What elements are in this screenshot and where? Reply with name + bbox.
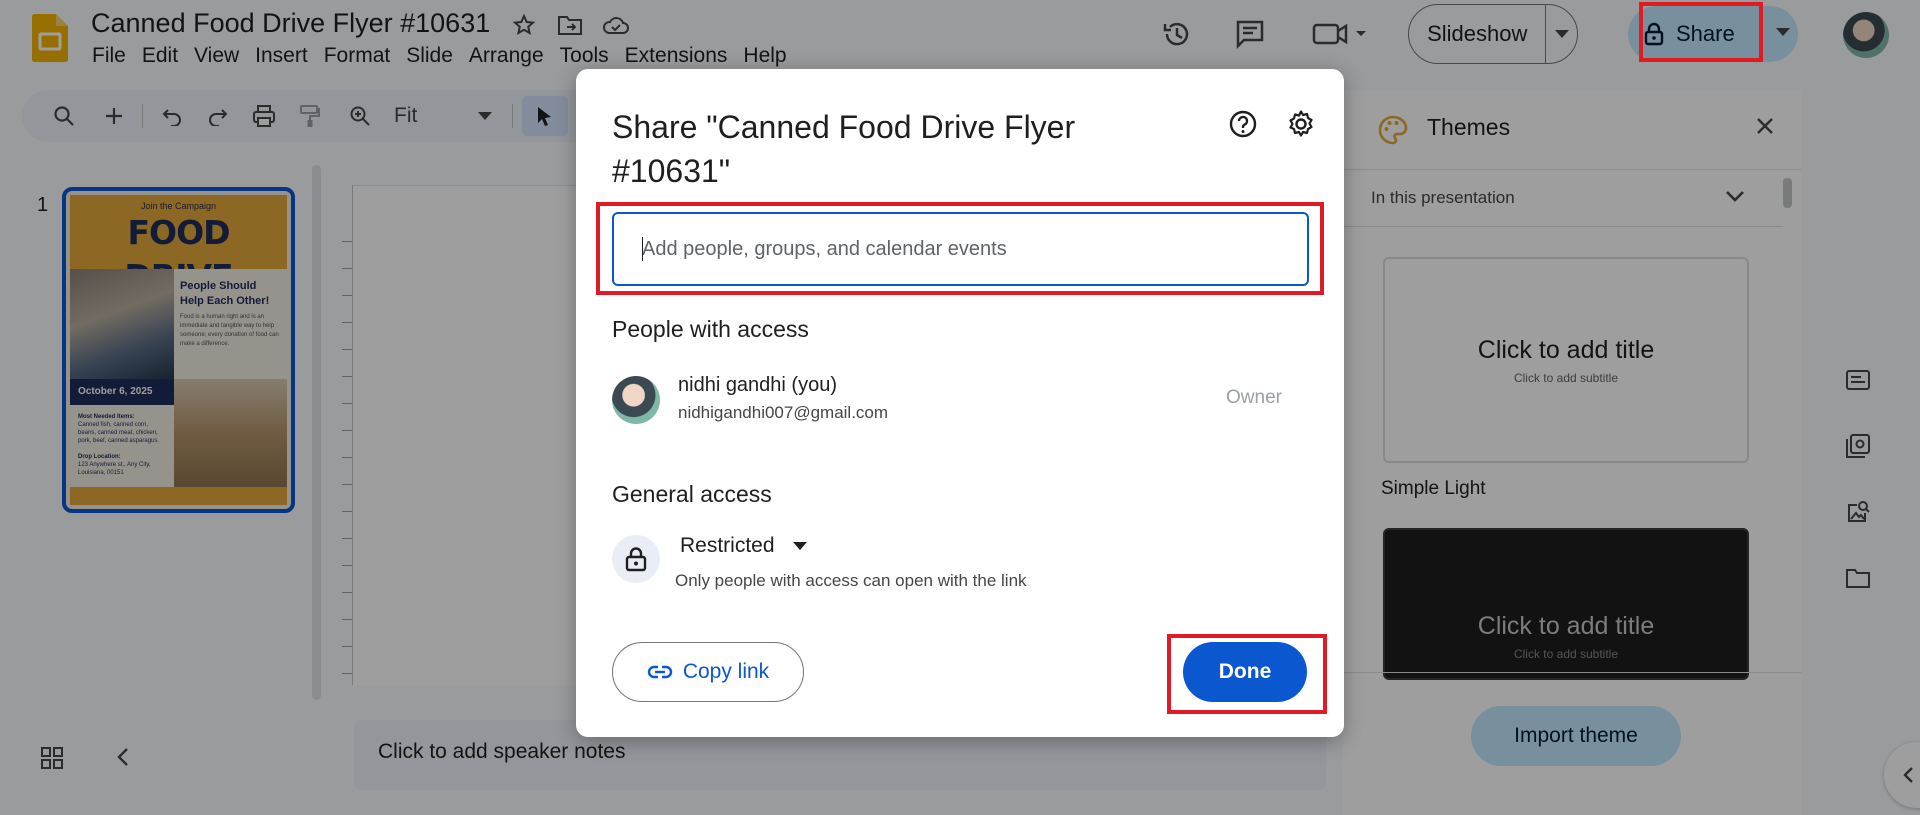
person-role: Owner — [1226, 387, 1282, 408]
done-button[interactable]: Done — [1183, 642, 1307, 702]
general-access-description: Only people with access can open with th… — [675, 571, 1027, 590]
copy-link-label: Copy link — [682, 660, 770, 683]
avatar — [612, 376, 660, 424]
help-icon[interactable] — [1228, 109, 1258, 139]
person-email: nidhigandhi007@gmail.com — [678, 403, 889, 422]
share-dialog-title: Share "Canned Food Drive Flyer #10631" — [612, 109, 1076, 189]
chevron-down-icon — [792, 542, 807, 550]
lock-icon — [625, 547, 647, 572]
general-access-value: Restricted — [680, 534, 775, 557]
share-dialog: Share "Canned Food Drive Flyer #10631" P… — [576, 69, 1344, 737]
person-name: nidhi gandhi (you) — [678, 374, 837, 396]
restricted-lock-badge — [612, 535, 660, 583]
people-with-access-heading: People with access — [612, 316, 809, 342]
add-people-input[interactable] — [612, 212, 1309, 286]
link-icon — [647, 665, 672, 679]
copy-link-button[interactable]: Copy link — [612, 642, 804, 702]
settings-icon[interactable] — [1286, 109, 1316, 139]
general-access-select[interactable]: Restricted — [676, 532, 811, 560]
general-access-heading: General access — [612, 481, 772, 507]
text-caret — [642, 237, 643, 261]
